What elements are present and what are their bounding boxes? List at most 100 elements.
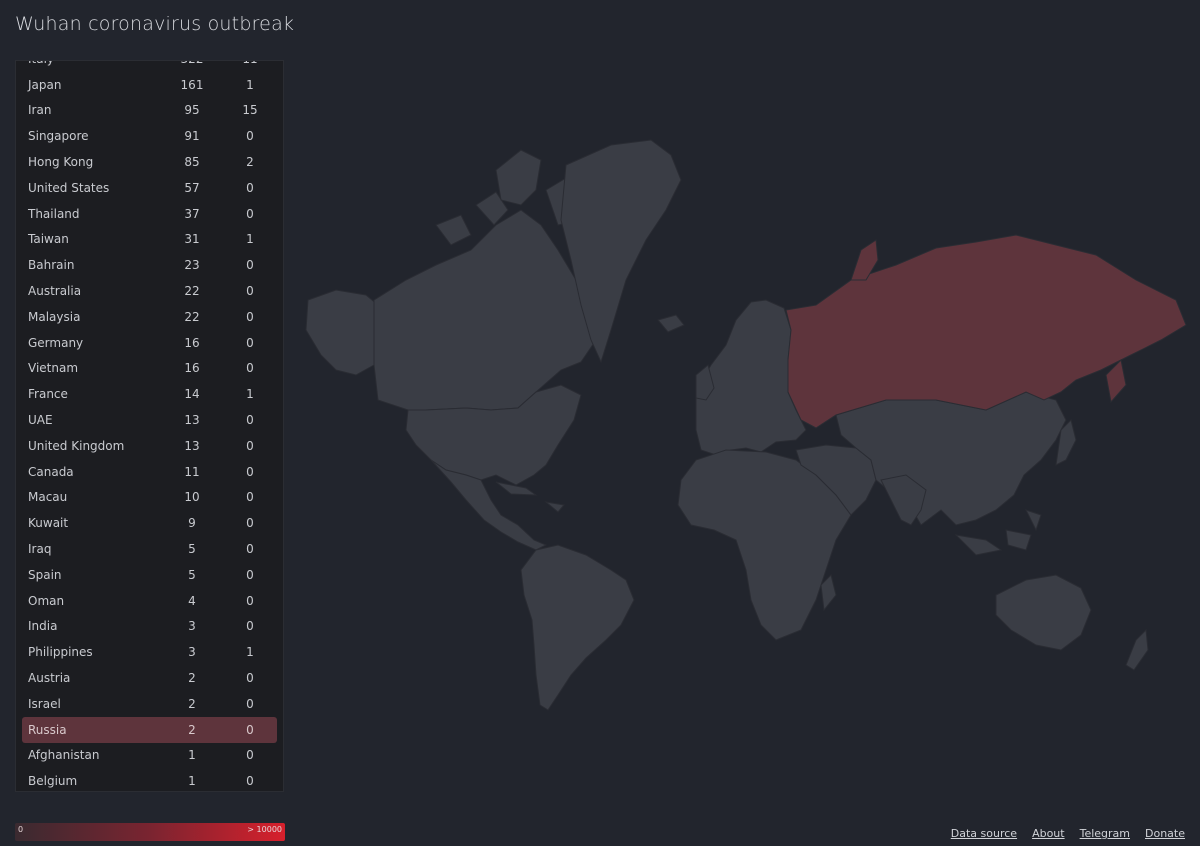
- country-row[interactable]: Italy 322 11: [22, 61, 277, 72]
- country-cases: 2: [188, 696, 196, 711]
- country-row[interactable]: Spain 5 0: [22, 562, 277, 588]
- country-cases: 16: [184, 335, 200, 350]
- country-name: Philippines: [28, 645, 93, 660]
- country-row[interactable]: United Kingdom 13 0: [22, 433, 277, 459]
- country-name: Spain: [28, 567, 62, 582]
- country-cases: 11: [184, 464, 200, 479]
- country-cases: 13: [184, 438, 200, 453]
- country-cases: 31: [184, 232, 200, 247]
- country-cases: 16: [184, 361, 200, 376]
- donate-link[interactable]: Donate: [1145, 827, 1185, 840]
- country-row[interactable]: United States 57 0: [22, 175, 277, 201]
- country-deaths: 2: [246, 155, 254, 170]
- country-row[interactable]: Iran 95 15: [22, 98, 277, 124]
- country-cases: 23: [184, 258, 200, 273]
- country-row[interactable]: Taiwan 31 1: [22, 227, 277, 253]
- country-name: Malaysia: [28, 309, 81, 324]
- country-cases: 2: [188, 722, 196, 737]
- country-cases: 14: [184, 387, 200, 402]
- country-row[interactable]: Singapore 91 0: [22, 123, 277, 149]
- country-row[interactable]: India 3 0: [22, 614, 277, 640]
- map-alaska[interactable]: [305, 289, 379, 376]
- country-row[interactable]: Austria 2 0: [22, 665, 277, 691]
- country-row[interactable]: Belgium 1 0: [22, 768, 277, 791]
- map-asia[interactable]: [835, 391, 1067, 526]
- country-name: Russia: [28, 722, 67, 737]
- about-link[interactable]: About: [1032, 827, 1065, 840]
- country-row[interactable]: UAE 13 0: [22, 407, 277, 433]
- country-cases: 3: [188, 645, 196, 660]
- country-row[interactable]: Germany 16 0: [22, 330, 277, 356]
- country-row[interactable]: Bahrain 23 0: [22, 252, 277, 278]
- country-name: UAE: [28, 413, 53, 428]
- country-cases: 85: [184, 155, 200, 170]
- country-name: Israel: [28, 696, 61, 711]
- data-source-link[interactable]: Data source: [951, 827, 1017, 840]
- country-row[interactable]: Australia 22 0: [22, 278, 277, 304]
- world-map[interactable]: [296, 130, 1200, 720]
- country-deaths: 0: [246, 542, 254, 557]
- country-row[interactable]: Iraq 5 0: [22, 536, 277, 562]
- country-row[interactable]: Macau 10 0: [22, 485, 277, 511]
- map-madagascar[interactable]: [820, 574, 837, 612]
- map-canada[interactable]: [373, 209, 597, 411]
- country-deaths: 0: [246, 671, 254, 686]
- country-row[interactable]: Vietnam 16 0: [22, 356, 277, 382]
- country-row[interactable]: Israel 2 0: [22, 691, 277, 717]
- country-deaths: 0: [246, 696, 254, 711]
- map-south-america[interactable]: [520, 544, 635, 711]
- country-row[interactable]: Afghanistan 1 0: [22, 743, 277, 769]
- country-row[interactable]: Hong Kong 85 2: [22, 149, 277, 175]
- country-row[interactable]: Canada 11 0: [22, 459, 277, 485]
- country-deaths: 0: [246, 258, 254, 273]
- country-row[interactable]: Thailand 37 0: [22, 201, 277, 227]
- country-list-panel[interactable]: Italy32211Japan1611Iran9515Singapore910H…: [15, 60, 284, 792]
- country-deaths: 11: [230, 61, 270, 66]
- country-cases: 37: [184, 206, 200, 221]
- country-name: Taiwan: [28, 232, 69, 247]
- country-deaths: 0: [246, 309, 254, 324]
- map-australia[interactable]: [995, 574, 1092, 651]
- country-cases: 9: [188, 516, 196, 531]
- country-name: Germany: [28, 335, 84, 350]
- country-row[interactable]: France 14 1: [22, 381, 277, 407]
- country-name: Japan: [28, 77, 62, 92]
- map-caribbean[interactable]: [495, 481, 565, 513]
- country-deaths: 0: [246, 284, 254, 299]
- map-russia[interactable]: [785, 234, 1187, 429]
- country-deaths: 0: [246, 206, 254, 221]
- country-deaths: 0: [246, 413, 254, 428]
- footer-links: Data source About Telegram Donate: [951, 827, 1185, 840]
- country-row[interactable]: Russia 2 0: [22, 716, 277, 743]
- country-row[interactable]: Malaysia 22 0: [22, 304, 277, 330]
- country-name: Iran: [28, 103, 52, 118]
- telegram-link[interactable]: Telegram: [1080, 827, 1130, 840]
- country-cases: 95: [184, 103, 200, 118]
- country-cases: 22: [184, 309, 200, 324]
- country-name: Bahrain: [28, 258, 75, 273]
- country-deaths: 0: [246, 180, 254, 195]
- country-name: Vietnam: [28, 361, 79, 376]
- country-deaths: 1: [246, 232, 254, 247]
- map-new-zealand[interactable]: [1125, 628, 1149, 671]
- country-cases: 57: [184, 180, 200, 195]
- country-deaths: 0: [246, 516, 254, 531]
- country-name: Australia: [28, 284, 82, 299]
- map-iceland[interactable]: [657, 314, 685, 333]
- country-cases: 5: [188, 542, 196, 557]
- country-cases: 1: [188, 748, 196, 763]
- country-list[interactable]: Italy32211Japan1611Iran9515Singapore910H…: [16, 61, 283, 791]
- country-row[interactable]: Oman 4 0: [22, 588, 277, 614]
- country-name: Italy: [28, 61, 54, 66]
- country-row[interactable]: Kuwait 9 0: [22, 510, 277, 536]
- country-row[interactable]: Japan 161 1: [22, 72, 277, 98]
- country-deaths: 0: [246, 464, 254, 479]
- country-row[interactable]: Philippines 3 1: [22, 639, 277, 665]
- country-deaths: 0: [246, 335, 254, 350]
- country-deaths: 1: [246, 77, 254, 92]
- country-cases: 10: [184, 490, 200, 505]
- country-name: India: [28, 619, 58, 634]
- country-deaths: 0: [246, 567, 254, 582]
- color-scale-legend: 0 > 10000: [15, 823, 285, 841]
- country-deaths: 0: [246, 774, 254, 789]
